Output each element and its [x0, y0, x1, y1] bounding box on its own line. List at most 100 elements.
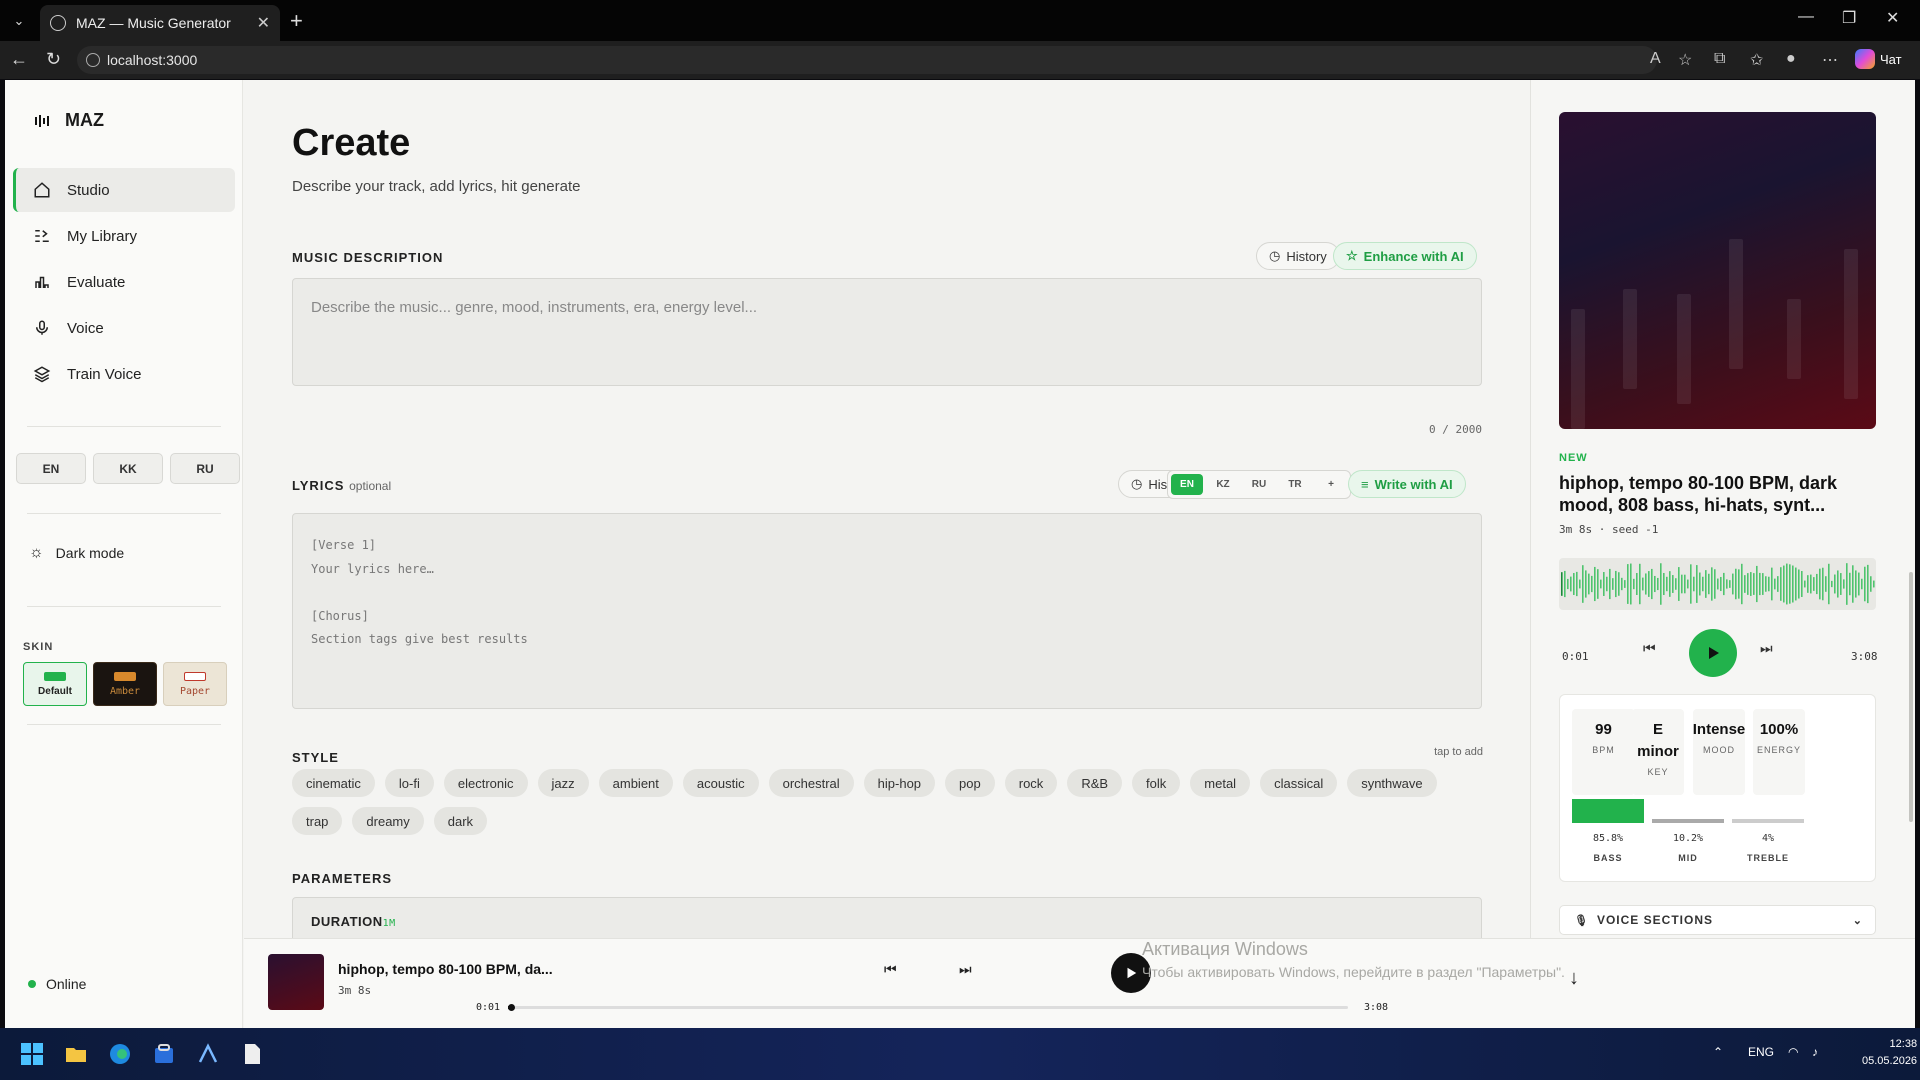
style-chip[interactable]: cinematic — [292, 769, 375, 797]
lyrics-lang-tr[interactable]: TR — [1279, 474, 1311, 495]
app-logo[interactable]: MAZ — [35, 110, 104, 131]
sidebar-item-my-library[interactable]: My Library — [13, 214, 235, 258]
style-chip[interactable]: pop — [945, 769, 995, 797]
player-progress-bar[interactable] — [508, 1006, 1348, 1009]
duration-value: 1M — [382, 918, 396, 929]
dark-mode-toggle[interactable]: ☼ Dark mode — [29, 544, 124, 562]
waveform-bar — [1858, 572, 1860, 596]
new-tab-icon[interactable]: + — [290, 8, 303, 34]
lyrics-lang-ru[interactable]: RU — [1243, 474, 1275, 495]
system-clock[interactable]: 12:38 05.05.2026 — [1862, 1036, 1917, 1070]
sidebar-item-voice[interactable]: Voice — [13, 306, 235, 350]
extensions-icon[interactable]: ⧉ — [1714, 50, 1725, 68]
style-chip[interactable]: classical — [1260, 769, 1338, 797]
document-icon[interactable] — [240, 1042, 264, 1066]
waveform-bar — [1795, 567, 1797, 601]
style-chip[interactable]: ambient — [598, 769, 673, 797]
lyrics-input[interactable]: [Verse 1] Your lyrics here… [Chorus] Sec… — [292, 513, 1482, 709]
waveform-bar — [1822, 567, 1824, 601]
style-chip[interactable]: hip-hop — [863, 769, 936, 797]
style-chip[interactable]: trap — [292, 807, 343, 835]
music-description-input[interactable]: Describe the music... genre, mood, instr… — [292, 278, 1482, 386]
store-icon[interactable] — [152, 1042, 176, 1066]
player-previous-icon[interactable]: ⏮ — [884, 961, 897, 978]
style-chip[interactable]: lo-fi — [384, 769, 434, 797]
next-track-icon[interactable]: ⏭ — [1760, 640, 1773, 657]
skin-default-button[interactable]: Default — [23, 662, 87, 706]
favorites-icon[interactable]: ✩ — [1750, 50, 1763, 70]
band-pct: 85.8% — [1592, 833, 1624, 844]
style-chip[interactable]: R&B — [1067, 769, 1123, 797]
volume-icon[interactable]: ♪ — [1812, 1045, 1818, 1059]
lyrics-lang-kz[interactable]: KZ — [1207, 474, 1239, 495]
lang-ru-button[interactable]: RU — [170, 453, 240, 484]
progress-knob[interactable] — [508, 1004, 515, 1011]
cover-art — [1559, 112, 1876, 429]
skin-amber-button[interactable]: Amber — [93, 662, 157, 706]
minimize-icon[interactable]: — — [1798, 8, 1814, 26]
copilot-chat-button[interactable]: Чат — [1855, 49, 1902, 69]
edge-browser-icon[interactable] — [108, 1042, 132, 1066]
lang-kk-button[interactable]: KK — [93, 453, 163, 484]
tab-list-chevron-icon[interactable]: ⌄ — [6, 8, 32, 34]
lyrics-lang-add[interactable]: + — [1315, 474, 1347, 495]
wifi-icon[interactable]: ◠ — [1788, 1045, 1798, 1059]
lyrics-heading: LYRICS optional — [292, 478, 391, 493]
sidebar-item-studio[interactable]: Studio — [13, 168, 235, 212]
band-name: TREBLE — [1747, 853, 1789, 863]
sidebar-item-evaluate[interactable]: Evaluate — [13, 260, 235, 304]
restore-icon[interactable]: ❐ — [1842, 8, 1856, 28]
char-counter: 0 / 2000 — [1429, 423, 1482, 436]
tab-close-icon[interactable]: ✕ — [257, 13, 270, 33]
lyrics-lang-en[interactable]: EN — [1171, 474, 1203, 495]
url-field[interactable]: localhost:3000 — [77, 46, 1657, 74]
library-icon — [35, 230, 49, 242]
file-explorer-icon[interactable] — [64, 1042, 88, 1066]
more-menu-icon[interactable]: ⋯ — [1822, 50, 1838, 70]
style-chip[interactable]: metal — [1190, 769, 1251, 797]
play-button[interactable] — [1689, 629, 1737, 677]
style-chip[interactable]: electronic — [443, 769, 528, 797]
skin-paper-button[interactable]: Paper — [163, 662, 227, 706]
style-chip[interactable]: synthwave — [1347, 769, 1437, 797]
description-history-button[interactable]: ◷ History — [1256, 242, 1340, 270]
waveform-bar — [1789, 564, 1791, 604]
waveform-bar — [1588, 573, 1590, 595]
sidebar-item-train-voice[interactable]: Train Voice — [13, 352, 235, 396]
voice-sections-toggle[interactable]: 🎙 VOICE SECTIONS ⌄ — [1559, 905, 1876, 935]
style-chip[interactable]: rock — [1004, 769, 1058, 797]
style-chip[interactable]: dark — [433, 807, 488, 835]
band-bar — [1652, 819, 1724, 823]
browser-tab[interactable]: MAZ — Music Generator ✕ — [40, 5, 280, 41]
style-chip[interactable]: dreamy — [352, 807, 424, 835]
windows-start-icon[interactable] — [20, 1042, 44, 1066]
enhance-with-ai-button[interactable]: ☆ Enhance with AI — [1333, 242, 1477, 270]
player-next-icon[interactable]: ⏭ — [959, 961, 972, 978]
style-chip[interactable]: orchestral — [768, 769, 854, 797]
app-a-icon[interactable] — [196, 1042, 220, 1066]
waveform[interactable] — [1559, 558, 1876, 610]
profile-icon[interactable]: ● — [1786, 50, 1796, 68]
download-icon[interactable]: ↓ — [1569, 967, 1579, 990]
app-window: MAZ Studio My Library Evaluate Voice Tra… — [5, 80, 1915, 1028]
tray-language[interactable]: ENG — [1748, 1045, 1774, 1059]
read-aloud-icon[interactable]: A — [1650, 50, 1661, 68]
waveform-bar — [1612, 578, 1614, 590]
panel-scrollbar[interactable] — [1909, 572, 1913, 822]
reload-icon[interactable]: ↻ — [46, 49, 61, 70]
skin-swatch — [114, 671, 136, 681]
lang-en-button[interactable]: EN — [16, 453, 86, 484]
style-heading: STYLE — [292, 750, 339, 765]
previous-track-icon[interactable]: ⏮ — [1643, 640, 1656, 657]
favorite-star-icon[interactable]: ☆ — [1678, 50, 1692, 70]
stat-value: Intense — [1692, 721, 1746, 738]
style-chip[interactable]: acoustic — [682, 769, 759, 797]
style-chip[interactable]: folk — [1132, 769, 1181, 797]
tray-chevron-up-icon[interactable]: ⌃ — [1713, 1045, 1723, 1059]
dark-mode-label: Dark mode — [55, 545, 125, 561]
close-window-icon[interactable]: ✕ — [1886, 8, 1899, 28]
style-chip[interactable]: jazz — [537, 769, 589, 797]
back-icon[interactable]: ← — [10, 49, 28, 70]
write-with-ai-button[interactable]: ≡ Write with AI — [1348, 470, 1466, 498]
site-info-icon[interactable] — [86, 53, 100, 67]
